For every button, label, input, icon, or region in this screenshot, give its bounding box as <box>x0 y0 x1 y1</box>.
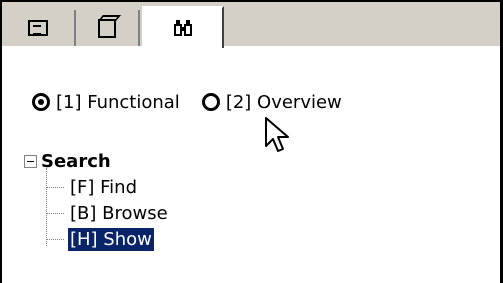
tree-connector <box>46 168 47 246</box>
collapse-icon[interactable] <box>24 154 37 168</box>
document-icon <box>28 20 48 36</box>
panel: [1] Functional [2] Overview Search [F] F… <box>2 2 500 283</box>
cube-icon <box>98 18 116 38</box>
view-mode-radio-group: [1] Functional [2] Overview <box>32 87 364 117</box>
tree-item-label: [F] Find <box>70 176 137 198</box>
radio-functional-label: [1] Functional <box>56 91 180 113</box>
tree-item-browse[interactable]: [B] Browse <box>46 200 170 226</box>
tree-children: [F] Find [B] Browse [H] Show <box>46 168 170 252</box>
radio-overview[interactable]: [2] Overview <box>201 91 342 113</box>
tree-item-label: [B] Browse <box>70 202 168 224</box>
mouse-pointer-icon <box>265 117 289 152</box>
radio-unchecked-icon <box>201 93 220 111</box>
tree-item-show[interactable]: [H] Show <box>46 226 170 252</box>
tab-search[interactable] <box>142 6 224 48</box>
radio-overview-label: [2] Overview <box>225 91 342 113</box>
tree-item-find[interactable]: [F] Find <box>46 174 170 200</box>
tree-item-label: [H] Show <box>67 226 155 252</box>
binoculars-icon <box>174 20 192 36</box>
tree-root-label: Search <box>41 150 111 172</box>
radio-functional[interactable]: [1] Functional <box>32 92 180 113</box>
tree-view: Search [F] Find [B] Browse [H] Show <box>24 148 170 252</box>
radio-checked-icon <box>32 93 50 111</box>
tab-cube[interactable] <box>76 10 140 46</box>
tab-document[interactable] <box>2 10 76 46</box>
tab-strip <box>2 2 500 48</box>
